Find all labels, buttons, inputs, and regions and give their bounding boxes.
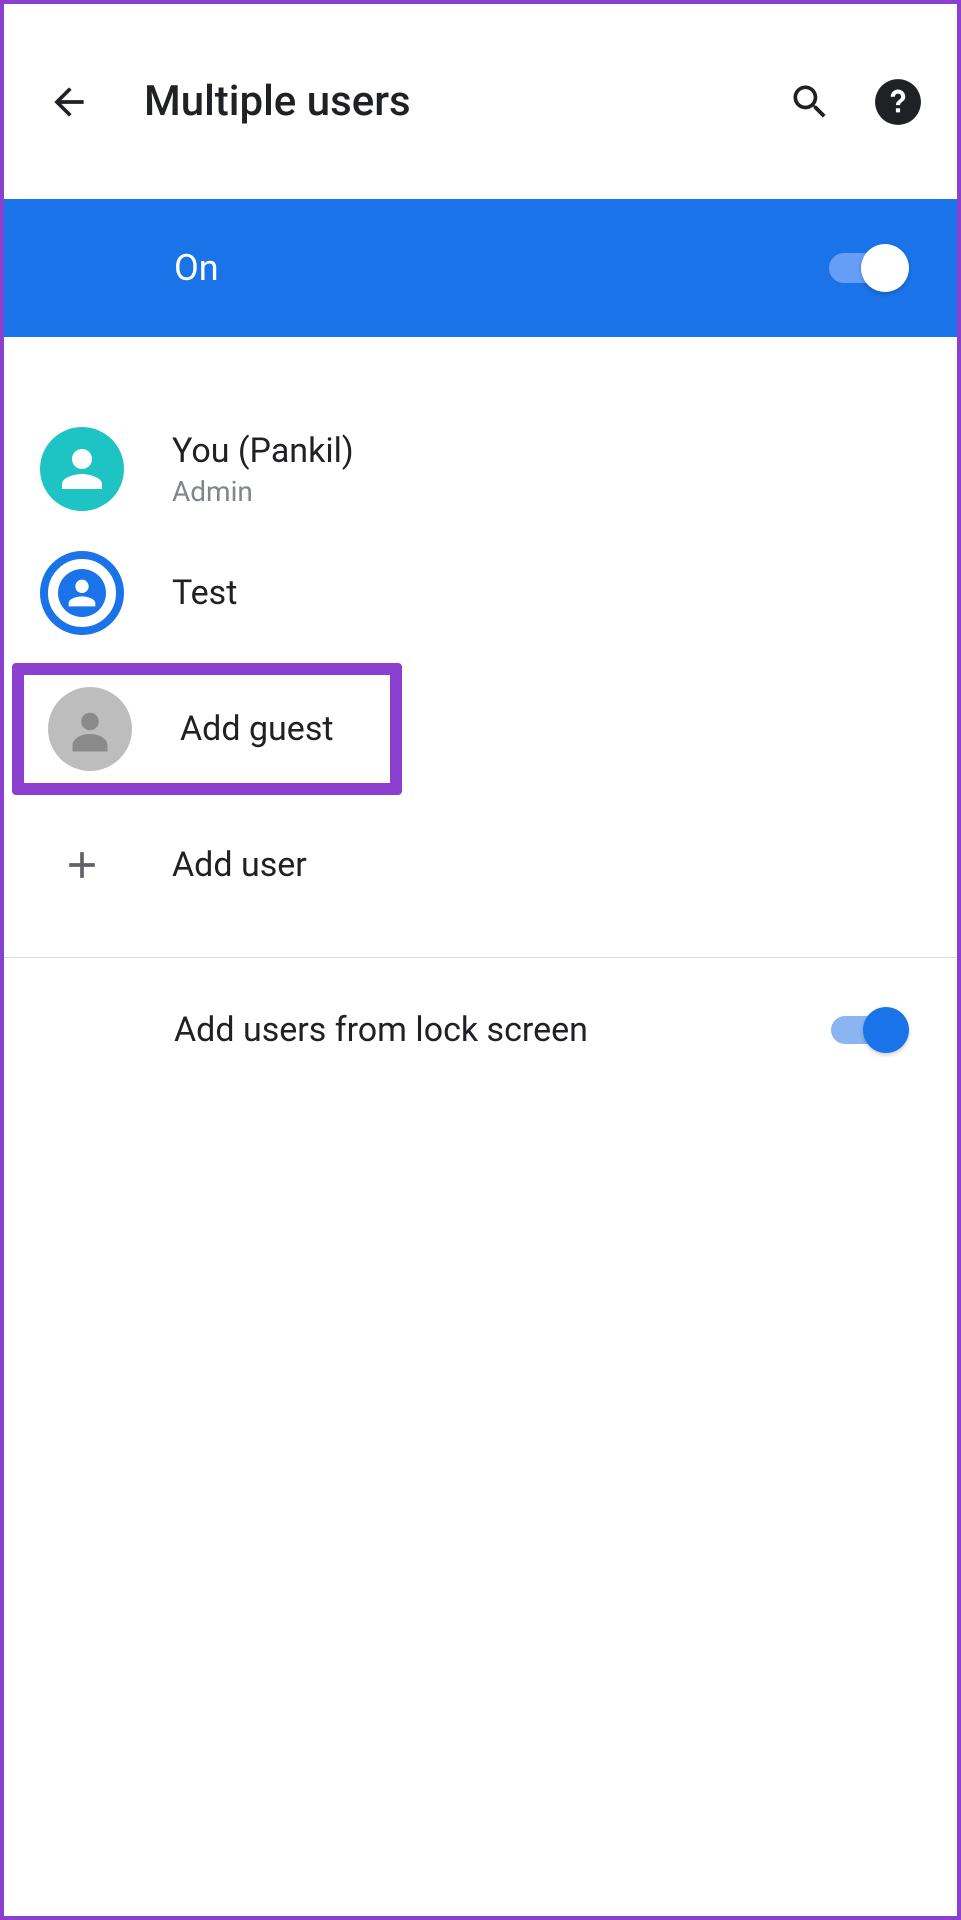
- header: Multiple users: [4, 4, 957, 199]
- user-text: Test: [172, 573, 237, 613]
- master-toggle-label: On: [174, 247, 825, 289]
- user-text: Add guest: [180, 709, 334, 749]
- plus-icon: [40, 823, 124, 907]
- avatar: [40, 427, 124, 511]
- user-item-you[interactable]: You (Pankil) Admin: [4, 407, 957, 531]
- user-name: You (Pankil): [172, 431, 354, 471]
- add-user-label: Add user: [172, 845, 307, 885]
- user-subtitle: Admin: [172, 475, 354, 508]
- lock-screen-setting[interactable]: Add users from lock screen: [4, 958, 957, 1102]
- person-icon: [52, 439, 112, 499]
- avatar: [48, 687, 132, 771]
- user-text: You (Pankil) Admin: [172, 431, 354, 508]
- person-icon: [62, 573, 102, 613]
- add-user-button[interactable]: Add user: [4, 803, 957, 927]
- lock-screen-label: Add users from lock screen: [174, 1010, 825, 1050]
- user-item-test[interactable]: Test: [4, 531, 957, 655]
- master-toggle-switch[interactable]: [825, 242, 909, 294]
- page-title: Multiple users: [144, 77, 781, 126]
- avatar: [40, 551, 124, 635]
- user-name: Add guest: [180, 709, 334, 749]
- help-button[interactable]: [869, 73, 927, 131]
- user-list: You (Pankil) Admin Test Add guest: [4, 337, 957, 927]
- user-item-add-guest[interactable]: Add guest: [12, 663, 402, 795]
- search-icon: [788, 80, 832, 124]
- lock-screen-toggle[interactable]: [825, 1004, 909, 1056]
- header-actions: [781, 73, 927, 131]
- search-button[interactable]: [781, 73, 839, 131]
- user-name: Test: [172, 573, 237, 613]
- back-button[interactable]: [34, 67, 104, 137]
- user-text: Add user: [172, 845, 307, 885]
- person-icon: [60, 699, 120, 759]
- help-icon: [873, 77, 923, 127]
- master-toggle-banner[interactable]: On: [4, 199, 957, 337]
- arrow-back-icon: [47, 80, 91, 124]
